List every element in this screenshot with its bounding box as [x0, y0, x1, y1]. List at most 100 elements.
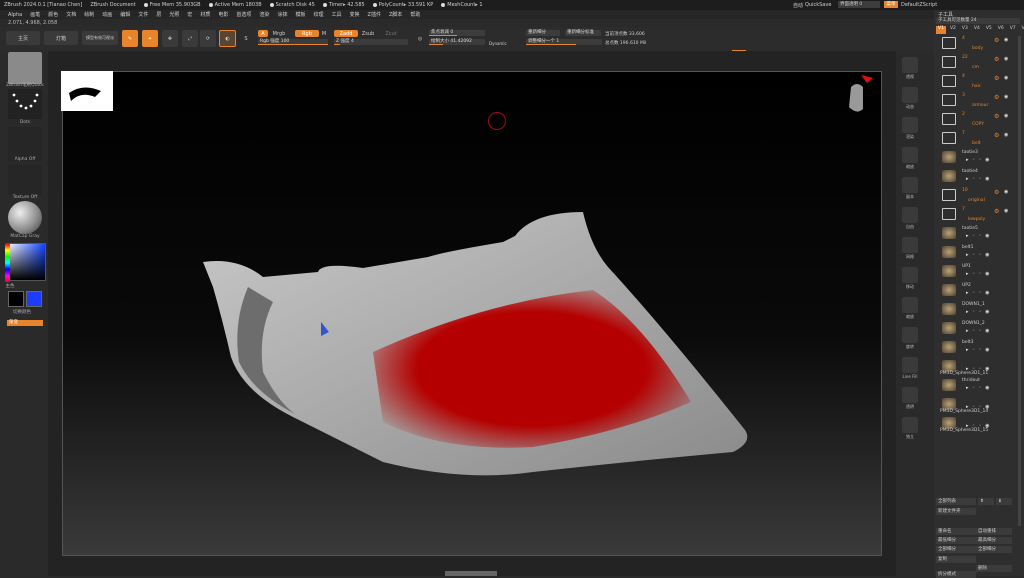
- tab-v4[interactable]: V4: [972, 26, 982, 34]
- subtool-split-button[interactable]: 拆分模式: [936, 571, 976, 578]
- subtool-all-tog-button[interactable]: 全部细分: [936, 546, 976, 553]
- orientation-gizmo[interactable]: [843, 75, 880, 123]
- quick-view-button[interactable]: 模型有效可视派: [82, 31, 118, 45]
- lightbox-button[interactable]: 灯箱: [44, 31, 78, 45]
- subtool-item-up1[interactable]: UP1 ▸ ◦ ◦ ◉: [936, 263, 1014, 283]
- rotate-icon[interactable]: ⟳: [200, 30, 216, 47]
- menu-item-8[interactable]: 层: [156, 11, 161, 18]
- gear-icon[interactable]: ⚙: [994, 75, 999, 82]
- right-tool-button-11[interactable]: [902, 387, 918, 403]
- subtool-toggle-icons[interactable]: ▸ ◦ ◦ ◉: [966, 176, 991, 182]
- subtool-copy-button[interactable]: 复制: [936, 556, 976, 563]
- move-icon[interactable]: ✥: [162, 30, 178, 47]
- menu-item-13[interactable]: 首选项: [236, 11, 251, 18]
- subtool-item-belt3[interactable]: belt3 ▸ ◦ ◦ ◉: [936, 339, 1014, 359]
- eye-icon[interactable]: ◉: [1004, 132, 1008, 138]
- zcut-toggle[interactable]: Zcut: [383, 30, 399, 37]
- menu-button[interactable]: 菜单: [884, 1, 898, 8]
- 3d-viewport[interactable]: [61, 71, 882, 556]
- subtool-all-low-button[interactable]: 最低细分: [936, 537, 976, 544]
- zsub-toggle[interactable]: Zsub: [360, 30, 376, 37]
- menu-item-21[interactable]: Z脚本: [389, 11, 402, 18]
- subtool-all-low2-button[interactable]: 全部细分: [976, 546, 1012, 553]
- eye-icon[interactable]: ◉: [1004, 189, 1008, 195]
- brush-thumbnail[interactable]: [8, 52, 42, 84]
- right-tool-button-6[interactable]: [902, 237, 918, 253]
- right-tool-button-9[interactable]: [902, 327, 918, 343]
- subdivide-button[interactable]: 重新细分: [526, 30, 560, 36]
- right-tool-button-12[interactable]: [902, 417, 918, 433]
- eye-icon[interactable]: ◉: [1004, 75, 1008, 81]
- draw-icon[interactable]: ✦: [142, 30, 158, 47]
- a-toggle[interactable]: A: [258, 30, 268, 37]
- subtool-item-copy[interactable]: 2 COPY ⚙ ◉: [936, 111, 1014, 131]
- subtool-toggle-icons[interactable]: ▸ ◦ ◦ ◉: [966, 328, 991, 334]
- menu-item-0[interactable]: Alpha: [8, 12, 22, 18]
- subtool-toggle-icons[interactable]: ▸ ◦ ◦ ◉: [966, 309, 991, 315]
- menu-item-6[interactable]: 编辑: [120, 11, 130, 18]
- menu-item-10[interactable]: 宏: [187, 11, 192, 18]
- subtool-item-cm[interactable]: 22 cm ⚙ ◉: [936, 54, 1014, 74]
- subtool-item-lowpoly[interactable]: 7 lowpoly ⚙ ◉: [936, 206, 1014, 226]
- visible-count-slider[interactable]: 子工具可见数量 24: [936, 18, 1020, 24]
- subtool-new-folder-button[interactable]: 新建文件夹: [936, 508, 976, 515]
- transparency-slider[interactable]: 界面透明 0: [838, 1, 880, 8]
- m-toggle[interactable]: M: [320, 30, 328, 37]
- menu-item-4[interactable]: 绘制: [84, 11, 94, 18]
- mrgb-toggle[interactable]: Mrgb: [270, 30, 288, 37]
- material-sphere-icon[interactable]: ◐: [219, 30, 236, 47]
- menu-item-22[interactable]: 帮助: [410, 11, 420, 18]
- subtool-toggle-icons[interactable]: ▸ ◦ ◦ ◉: [966, 233, 991, 239]
- scale-icon[interactable]: ⤢: [182, 30, 198, 47]
- subtool-list-all-button[interactable]: 全部列表: [936, 498, 976, 505]
- menu-item-19[interactable]: 变换: [350, 11, 360, 18]
- adaptive-button[interactable]: 重新细分标准: [565, 30, 601, 36]
- menu-item-12[interactable]: 电影: [218, 11, 228, 18]
- zadd-toggle[interactable]: Zadd: [334, 30, 358, 37]
- subtool-item-up2[interactable]: UP2 ▸ ◦ ◦ ◉: [936, 282, 1014, 302]
- subtool-item-taotie5[interactable]: taotie5 ▸ ◦ ◦ ◉: [936, 225, 1014, 245]
- subtool-auto-reorder-button[interactable]: 自动重排: [976, 528, 1012, 535]
- eye-icon[interactable]: ◉: [1004, 94, 1008, 100]
- color-picker[interactable]: [5, 243, 46, 282]
- menu-item-15[interactable]: 涂抹: [277, 11, 287, 18]
- right-tool-button-5[interactable]: [902, 207, 918, 223]
- subtool-item-original[interactable]: 10 original ⚙ ◉: [936, 187, 1014, 207]
- subtool-item-hair[interactable]: 4 hair ⚙ ◉: [936, 73, 1014, 93]
- menu-item-14[interactable]: 渲染: [259, 11, 269, 18]
- subtool-toggle-icons[interactable]: ▸ ◦ ◦ ◉: [966, 347, 991, 353]
- move-down-button[interactable]: ⬇: [996, 498, 1012, 505]
- quicksave-button[interactable]: QuickSave: [805, 2, 831, 8]
- menu-item-1[interactable]: 画笔: [30, 11, 40, 18]
- menu-item-3[interactable]: 文档: [66, 11, 76, 18]
- default-script[interactable]: DefaultZScript: [901, 2, 937, 8]
- menu-item-7[interactable]: 文件: [138, 11, 148, 18]
- right-tool-button-1[interactable]: [902, 87, 918, 103]
- subtool-rename-button[interactable]: 重命名: [936, 528, 976, 535]
- hue-strip[interactable]: [5, 244, 10, 282]
- texture-thumbnail[interactable]: [8, 165, 42, 195]
- tab-v5[interactable]: V5: [984, 26, 994, 34]
- subtool-toggle-icons[interactable]: ▸ ◦ ◦ ◉: [966, 385, 991, 391]
- subtool-toggle-icons[interactable]: ▸ ◦ ◦ ◉: [966, 290, 991, 296]
- gear-icon[interactable]: ⚙: [994, 132, 999, 139]
- dynamic-icon[interactable]: ◎: [415, 31, 425, 47]
- subtool-item-pm3d-sphere3d1-11[interactable]: PM3D_Sphere3D1_11 ▸ ◦ ◦ ◉: [936, 358, 1014, 378]
- menu-item-9[interactable]: 光照: [169, 11, 179, 18]
- subtool-item-taotie4[interactable]: taotie4 ▸ ◦ ◦ ◉: [936, 168, 1014, 188]
- subtool-item-taotie3[interactable]: taotie3 ▸ ◦ ◦ ◉: [936, 149, 1014, 169]
- right-tool-button-2[interactable]: [902, 117, 918, 133]
- subtool-toggle-icons[interactable]: ▸ ◦ ◦ ◉: [966, 366, 991, 372]
- subtool-toggle-icons[interactable]: ▸ ◦ ◦ ◉: [966, 157, 991, 163]
- subtool-item-armour[interactable]: 3 armour ⚙ ◉: [936, 92, 1014, 112]
- right-tool-button-4[interactable]: [902, 177, 918, 193]
- gradient-button[interactable]: 渐变: [7, 320, 43, 326]
- menu-item-16[interactable]: 模板: [295, 11, 305, 18]
- tab-v1[interactable]: V1: [936, 26, 946, 34]
- eye-icon[interactable]: ◉: [1004, 37, 1008, 43]
- draw-size-slider[interactable]: 绘制大小 41.42092: [429, 39, 485, 45]
- menu-item-17[interactable]: 纹理: [313, 11, 323, 18]
- gear-icon[interactable]: ⚙: [994, 189, 999, 196]
- right-tool-button-10[interactable]: [902, 357, 918, 373]
- eye-icon[interactable]: ◉: [1004, 56, 1008, 62]
